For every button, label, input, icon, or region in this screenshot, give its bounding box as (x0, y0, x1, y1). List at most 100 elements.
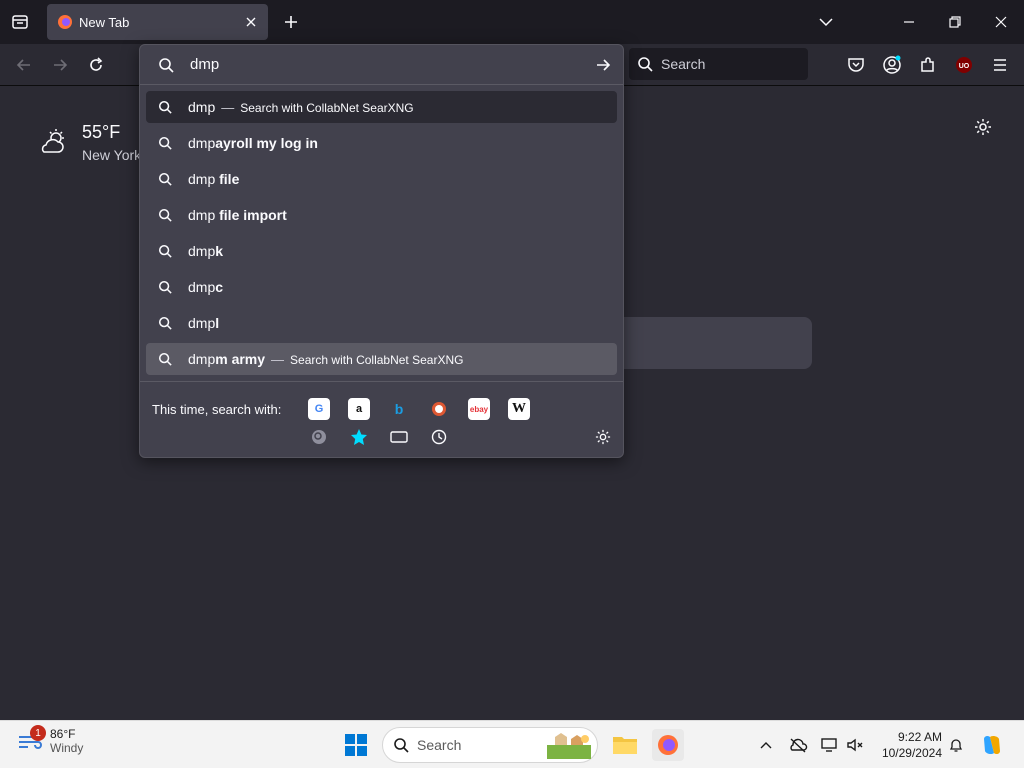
weather-temperature: 55°F (82, 122, 121, 142)
duckduckgo-engine-icon[interactable] (428, 398, 450, 420)
search-engines-icon[interactable] (308, 426, 330, 448)
result-separator: — (221, 100, 235, 115)
urlbar-input[interactable]: dmp (140, 45, 623, 85)
partly-cloudy-icon (41, 129, 64, 153)
windows-start-icon[interactable] (340, 729, 372, 761)
menu-icon[interactable] (986, 51, 1014, 79)
restore-icon[interactable] (939, 6, 971, 38)
weather-widget[interactable]: 55°F New York (38, 122, 141, 163)
result-suggestion-part: file import (215, 207, 287, 223)
bing-engine-icon[interactable]: b (388, 398, 410, 420)
search-icon (159, 57, 174, 73)
taskbar-weather-temp: 86°F (50, 727, 76, 741)
taskbar-weather-desc: Windy (50, 741, 84, 755)
result-typed-part: dmp (188, 207, 216, 223)
result-text: dmpl (188, 315, 219, 331)
copilot-icon[interactable] (976, 729, 1008, 761)
urlbar-result-row[interactable]: dmpm army — Search with CollabNet SearXNG (146, 343, 617, 375)
ntp-search-box[interactable] (600, 317, 812, 369)
account-icon[interactable] (878, 51, 906, 79)
search-icon (158, 352, 172, 366)
weather-location: New York (82, 147, 142, 163)
tab-new-tab[interactable]: New Tab (47, 4, 268, 40)
extensions-icon[interactable] (914, 51, 942, 79)
chevron-down-icon[interactable] (810, 6, 842, 38)
urlbar-result-row[interactable]: dmpk (146, 235, 617, 267)
google-engine-icon[interactable]: G (308, 398, 330, 420)
urlbar-results: dmp — Search with CollabNet SearXNG dmpayro… (146, 91, 617, 379)
go-arrow-icon[interactable] (593, 55, 613, 75)
onedrive-offline-icon[interactable] (782, 729, 814, 761)
volume-muted-icon[interactable] (839, 729, 871, 761)
result-text: dmpm army — Search with CollabNet SearXNG (188, 351, 463, 367)
amazon-engine-icon[interactable]: a (348, 398, 370, 420)
history-icon[interactable] (428, 426, 450, 448)
search-icon (158, 244, 172, 258)
forward-icon[interactable] (46, 51, 74, 79)
firefox-icon (58, 15, 72, 29)
result-suggestion-part: c (215, 279, 224, 295)
wikipedia-engine-icon[interactable]: W (508, 398, 530, 420)
result-action: Search with CollabNet SearXNG (240, 101, 414, 115)
taskbar-search[interactable]: Search (382, 727, 598, 763)
ublock-origin-icon[interactable]: UO (950, 51, 978, 79)
urlbar-result-row[interactable]: dmpc (146, 271, 617, 303)
list-all-tabs-icon[interactable] (6, 8, 34, 36)
result-typed-part: dmp (188, 279, 216, 295)
tab-strip: New Tab (0, 0, 1024, 44)
urlbar-result-row[interactable]: dmpl (146, 307, 617, 339)
weather-alert-badge: 1 (30, 725, 46, 741)
close-window-icon[interactable] (985, 6, 1017, 38)
notifications-bell-icon[interactable] (940, 729, 972, 761)
file-explorer-icon[interactable] (609, 729, 641, 761)
search-highlight-icon (547, 733, 591, 759)
bookmarks-icon[interactable] (348, 426, 370, 448)
urlbar-typed-text: dmp (190, 56, 220, 73)
pocket-icon[interactable] (842, 51, 870, 79)
result-typed-part: dmp (188, 351, 216, 367)
clock-time: 9:22 AM (897, 730, 942, 744)
reload-icon[interactable] (82, 51, 110, 79)
result-typed-part: dmp (188, 315, 216, 331)
result-suggestion-part: l (215, 315, 220, 331)
clock-date: 10/29/2024 (881, 746, 942, 760)
result-text: dmp file (188, 171, 239, 187)
result-action: Search with CollabNet SearXNG (290, 353, 464, 367)
one-off-label: This time, search with: (152, 402, 282, 417)
result-separator: — (271, 352, 285, 367)
taskbar-search-label: Search (417, 737, 462, 753)
result-typed-part: dmp (188, 135, 216, 151)
search-icon (158, 136, 172, 150)
result-text: dmp — Search with CollabNet SearXNG (188, 99, 414, 115)
result-text: dmp file import (188, 207, 287, 223)
minimize-icon[interactable] (893, 6, 925, 38)
back-icon[interactable] (10, 51, 38, 79)
close-tab-icon[interactable] (242, 13, 260, 31)
search-bar[interactable]: Search (629, 48, 808, 80)
search-icon (158, 100, 172, 114)
result-text: dmpayroll my log in (188, 135, 318, 151)
result-suggestion-part: k (215, 243, 224, 259)
urlbar-popup: dmp dmp — Search with CollabNet SearXNG dmp… (139, 44, 624, 458)
result-typed-part: dmp (188, 243, 216, 259)
show-hidden-icons-icon[interactable] (750, 729, 782, 761)
search-icon (638, 57, 653, 72)
urlbar-result-row[interactable]: dmp file (146, 163, 617, 195)
ebay-engine-icon[interactable]: ebay (468, 398, 490, 420)
result-suggestion-part: ayroll my log in (215, 135, 318, 151)
taskbar-clock[interactable]: 9:22 AM 10/29/2024 (872, 729, 942, 761)
firefox-taskbar-icon[interactable] (652, 729, 684, 761)
taskbar: 1 86°F Windy Search 9:22 AM 10/29/2024 (0, 720, 1024, 768)
urlbar-result-row[interactable]: dmp — Search with CollabNet SearXNG (146, 91, 617, 123)
urlbar-result-row[interactable]: dmp file import (146, 199, 617, 231)
result-text: dmpk (188, 243, 223, 259)
taskbar-weather[interactable]: 1 86°F Windy (16, 725, 84, 755)
tabs-icon[interactable] (388, 426, 410, 448)
result-suggestion-part: file (215, 171, 240, 187)
settings-gear-icon[interactable] (970, 114, 996, 140)
search-icon (158, 208, 172, 222)
urlbar-result-row[interactable]: dmpayroll my log in (146, 127, 617, 159)
new-tab-icon[interactable] (278, 9, 304, 35)
search-icon (158, 172, 172, 186)
search-settings-gear-icon[interactable] (592, 426, 614, 448)
